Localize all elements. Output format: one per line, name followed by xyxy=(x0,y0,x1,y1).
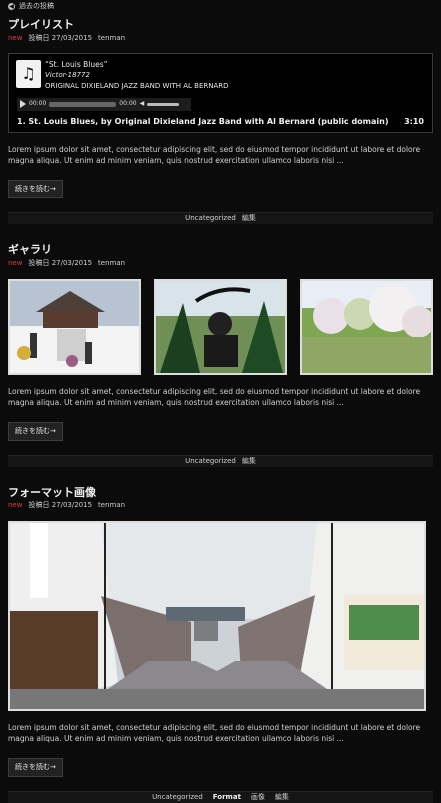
post-meta: new 投稿日 27/03/2015 tenman xyxy=(8,259,433,268)
gallery-grid xyxy=(8,278,433,375)
featured-image-street[interactable] xyxy=(8,521,426,711)
gallery-thumb-samurai-statue[interactable] xyxy=(154,278,287,375)
post-date[interactable]: 投稿日 27/03/2015 xyxy=(28,259,92,268)
post-footer: Uncategorized 編集 xyxy=(8,212,433,225)
progress-slider[interactable] xyxy=(49,101,117,107)
playlist-item[interactable]: 1. St. Louis Blues, by Original Dixielan… xyxy=(17,117,424,127)
post-author[interactable]: tenman xyxy=(98,259,125,268)
edit-link[interactable]: 編集 xyxy=(275,793,289,802)
total-time: 00:00 xyxy=(119,100,137,108)
format-link[interactable]: 画像 xyxy=(251,793,265,802)
post-meta: new 投稿日 27/03/2015 tenman xyxy=(8,501,433,510)
post-footer: Uncategorized Format 画像 編集 xyxy=(8,790,433,803)
format-label: Format xyxy=(212,792,241,801)
post-excerpt: Lorem ipsum dolor sit amet, consectetur … xyxy=(8,386,421,407)
edit-link[interactable]: 編集 xyxy=(242,214,256,223)
category-link[interactable]: Uncategorized xyxy=(152,793,203,802)
post-author[interactable]: tenman xyxy=(98,34,125,43)
post-title[interactable]: フォーマット画像 xyxy=(8,486,433,500)
gallery-thumb-spring-blossoms[interactable] xyxy=(300,278,433,375)
new-badge: new xyxy=(8,33,23,42)
post-playlist: プレイリスト new 投稿日 27/03/2015 tenman ♫ “St. … xyxy=(0,18,441,225)
post-footer: Uncategorized 編集 xyxy=(8,454,433,467)
gallery-thumb-snowy-temple-steps[interactable] xyxy=(8,278,141,375)
post-date[interactable]: 投稿日 27/03/2015 xyxy=(28,501,92,510)
older-posts-label: 過去の投稿 xyxy=(19,2,54,11)
post-format-image: フォーマット画像 new 投稿日 27/03/2015 tenman Lorem… xyxy=(0,486,441,803)
audio-player: 00:00 00:00 ◀ xyxy=(17,97,191,111)
track-title: “St. Louis Blues” xyxy=(45,59,108,69)
read-more-button[interactable]: 続きを読む→ xyxy=(8,758,63,777)
read-more-button[interactable]: 続きを読む→ xyxy=(8,179,63,199)
post-excerpt: Lorem ipsum dolor sit amet, consectetur … xyxy=(8,723,421,743)
post-meta: new 投稿日 27/03/2015 tenman xyxy=(8,34,433,43)
post-title[interactable]: プレイリスト xyxy=(8,18,433,32)
post-title[interactable]: ギャラリ xyxy=(8,243,433,257)
current-time: 00:00 xyxy=(29,100,47,108)
arrow-left-icon: ◀ xyxy=(8,3,15,10)
post-author[interactable]: tenman xyxy=(98,501,125,510)
category-link[interactable]: Uncategorized xyxy=(185,457,236,466)
older-posts-link[interactable]: ◀ 過去の投稿 xyxy=(0,0,441,13)
track-info: “St. Louis Blues” Victor-18772 ORIGINAL … xyxy=(45,60,229,91)
post-gallery: ギャラリ new 投稿日 27/03/2015 tenman Lorem ips… xyxy=(0,243,441,467)
playlist-item-title: 1. St. Louis Blues, by Original Dixielan… xyxy=(17,116,389,126)
music-note-icon: ♫ xyxy=(16,59,41,88)
speaker-icon[interactable]: ◀ xyxy=(140,100,145,108)
edit-link[interactable]: 編集 xyxy=(242,457,256,466)
audio-playlist: ♫ “St. Louis Blues” Victor-18772 ORIGINA… xyxy=(8,52,433,133)
read-more-button[interactable]: 続きを読む→ xyxy=(8,421,63,441)
category-link[interactable]: Uncategorized xyxy=(185,214,236,223)
track-album: ORIGINAL DIXIELAND JAZZ BAND WITH AL BER… xyxy=(45,81,229,90)
play-icon[interactable] xyxy=(20,100,26,108)
post-date[interactable]: 投稿日 27/03/2015 xyxy=(28,34,92,43)
new-badge: new xyxy=(8,501,23,510)
new-badge: new xyxy=(8,259,23,267)
track-artist: Victor-18772 xyxy=(45,70,90,79)
volume-slider[interactable] xyxy=(147,102,180,106)
playlist-item-duration: 3:10 xyxy=(404,116,424,126)
post-excerpt: Lorem ipsum dolor sit amet, consectetur … xyxy=(8,144,421,165)
